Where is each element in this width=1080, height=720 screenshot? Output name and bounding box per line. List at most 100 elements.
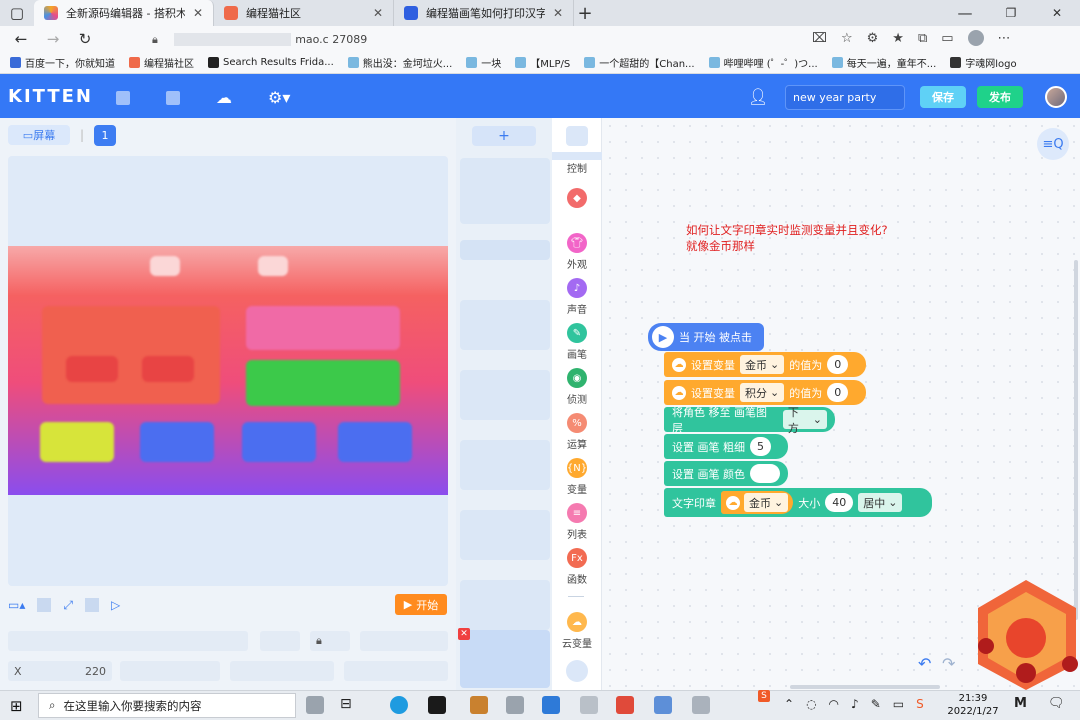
- sogou-icon[interactable]: S: [916, 697, 924, 711]
- horizontal-scrollbar[interactable]: [790, 685, 940, 689]
- sprite-thumbnail[interactable]: [460, 370, 550, 420]
- value-input[interactable]: 0: [827, 355, 849, 374]
- stamp-size-input[interactable]: 40: [825, 493, 854, 512]
- grid-icon[interactable]: [37, 598, 52, 612]
- bookmark-item[interactable]: 一个超甜的【Chan...: [584, 55, 695, 70]
- wifi-icon[interactable]: ◠: [829, 697, 839, 711]
- volume-icon[interactable]: ♪: [851, 697, 859, 711]
- align-dropdown[interactable]: 居中 ⌄: [858, 493, 903, 512]
- undo-icon[interactable]: ↶: [918, 654, 931, 673]
- file-menu-icon[interactable]: [116, 90, 130, 105]
- category-functions[interactable]: Fx 函数: [552, 548, 602, 586]
- category-variables[interactable]: {N} 变量: [552, 458, 602, 496]
- variable-reporter[interactable]: ☁ 金币 ⌄: [721, 491, 794, 514]
- stage-canvas[interactable]: [8, 246, 448, 495]
- restore-icon[interactable]: ❐: [988, 2, 1034, 24]
- user-avatar[interactable]: [1045, 86, 1067, 108]
- pen-tray-icon[interactable]: ✎: [871, 697, 881, 711]
- favorite-star-icon[interactable]: ☆: [841, 31, 853, 46]
- category-lists[interactable]: ≡ 列表: [552, 503, 602, 541]
- redo-icon[interactable]: ↷: [942, 654, 955, 673]
- category-looks[interactable]: 👕︎ 外观: [552, 233, 602, 271]
- taskbar-app[interactable]: [542, 696, 560, 714]
- chevron-up-icon[interactable]: ⌃: [784, 697, 794, 711]
- taskbar-app[interactable]: [654, 696, 672, 714]
- pen-size-input[interactable]: 5: [750, 437, 771, 456]
- category-control[interactable]: 控制: [552, 160, 602, 175]
- sprite-thumbnail-selected[interactable]: [460, 630, 550, 688]
- pen-color-swatch[interactable]: [750, 464, 780, 483]
- task-view-icon[interactable]: ⊟: [340, 696, 352, 712]
- back-icon[interactable]: ←: [10, 28, 32, 50]
- sidebar-icon[interactable]: ▭: [941, 31, 953, 46]
- battery-icon[interactable]: ▭: [893, 697, 904, 711]
- reader-icon[interactable]: ⌧: [812, 31, 827, 46]
- screen-button[interactable]: ▭ 屏幕: [8, 125, 70, 145]
- delete-sprite-icon[interactable]: ✕: [458, 628, 470, 640]
- more-categories-icon[interactable]: [566, 660, 588, 682]
- browser-tab-baidu[interactable]: 编程猫画笔如何打印汉字_百度 ✕: [394, 0, 574, 26]
- value-input[interactable]: 0: [827, 383, 849, 402]
- taskbar-app[interactable]: [470, 696, 488, 714]
- variable-dropdown[interactable]: 积分 ⌄: [740, 383, 785, 402]
- bookmark-item[interactable]: 熊出没：金坷垃火...: [347, 55, 452, 70]
- more-icon[interactable]: ⋯: [998, 31, 1011, 46]
- sprite-thumbnail[interactable]: [460, 510, 550, 560]
- bookmark-item[interactable]: 【MLP/S: [515, 55, 570, 70]
- profile-icon[interactable]: [967, 30, 984, 46]
- tab-actions-icon[interactable]: ▢: [0, 2, 34, 24]
- cloud-icon[interactable]: ☁: [216, 88, 232, 107]
- lock-toggle[interactable]: 🔒︎: [310, 631, 350, 651]
- new-tab-button[interactable]: +: [574, 2, 596, 24]
- edit-menu-icon[interactable]: [166, 90, 180, 105]
- sprite-thumbnail[interactable]: [460, 300, 550, 350]
- close-icon[interactable]: ✕: [193, 6, 203, 20]
- taskbar-search-field[interactable]: ⌕ 在这里输入你要搜索的内容: [38, 693, 296, 718]
- variable-dropdown[interactable]: 金币 ⌄: [744, 493, 789, 512]
- layer-dropdown[interactable]: 下方 ⌄: [782, 406, 827, 435]
- collections-icon[interactable]: ⧉: [918, 31, 927, 46]
- add-sprite-button[interactable]: +: [472, 126, 536, 146]
- set-pen-size-block[interactable]: 设置 画笔 粗细 5: [664, 434, 788, 459]
- y-position-field[interactable]: [120, 661, 220, 681]
- url-field[interactable]: 🔒︎ xxxxxxxxxxxxxxxxxx mao.c 27089: [146, 30, 846, 49]
- edge-browser-icon[interactable]: [390, 696, 408, 714]
- ime-icon[interactable]: S: [758, 690, 770, 702]
- close-icon[interactable]: ✕: [373, 6, 383, 20]
- taskbar-app[interactable]: [306, 696, 324, 714]
- bookmark-item[interactable]: 一块: [466, 55, 501, 70]
- publish-button[interactable]: 发布: [977, 86, 1023, 108]
- favorites-list-icon[interactable]: ★: [892, 31, 904, 46]
- start-button[interactable]: ▶ 开始: [395, 594, 447, 615]
- project-title-input[interactable]: new year party: [785, 85, 905, 110]
- category-operators[interactable]: % 运算: [552, 413, 602, 451]
- rotation-field[interactable]: [344, 661, 448, 681]
- sprite-thumbnail[interactable]: [460, 240, 550, 260]
- play-preview-icon[interactable]: ▷: [111, 598, 120, 612]
- taskbar-app[interactable]: [506, 696, 524, 714]
- bookmark-item[interactable]: 每天一遍，童年不...: [831, 55, 936, 70]
- x-position-field[interactable]: X 220: [8, 661, 112, 681]
- size-field[interactable]: [230, 661, 334, 681]
- taskbar-app-logo-icon[interactable]: M: [1014, 696, 1027, 711]
- block-search-icon[interactable]: ≡Q: [1037, 128, 1069, 160]
- pycharm-icon[interactable]: [428, 696, 446, 714]
- move-to-pen-layer-block[interactable]: 将角色 移至 画笔图层 下方 ⌄: [664, 406, 835, 435]
- sprite-thumbnail[interactable]: [460, 158, 550, 224]
- set-pen-color-block[interactable]: 设置 画笔 颜色: [664, 461, 788, 486]
- screen-page-number[interactable]: 1: [94, 125, 116, 146]
- taskbar-app[interactable]: [692, 696, 710, 714]
- category-events[interactable]: ◆: [552, 188, 602, 211]
- variable-dropdown[interactable]: 金币 ⌄: [740, 355, 785, 374]
- sprite-name-field[interactable]: [8, 631, 248, 651]
- category-sound[interactable]: ♪ 声音: [552, 278, 602, 316]
- bookmark-item[interactable]: 编程猫社区: [129, 55, 194, 70]
- category-sensing[interactable]: ◉ 侦测: [552, 368, 602, 406]
- save-button[interactable]: 保存: [920, 86, 966, 108]
- browser-tab-editor[interactable]: 全新源码编辑器 - 搭积木~ ✕: [34, 0, 214, 26]
- sprite-thumbnail[interactable]: [460, 580, 550, 630]
- fullscreen-icon[interactable]: ⤢: [63, 598, 73, 613]
- sprite-thumbnail[interactable]: [460, 440, 550, 490]
- window-close-icon[interactable]: ✕: [1034, 2, 1080, 24]
- when-start-block[interactable]: ▶ 当 开始 被点击: [648, 323, 764, 351]
